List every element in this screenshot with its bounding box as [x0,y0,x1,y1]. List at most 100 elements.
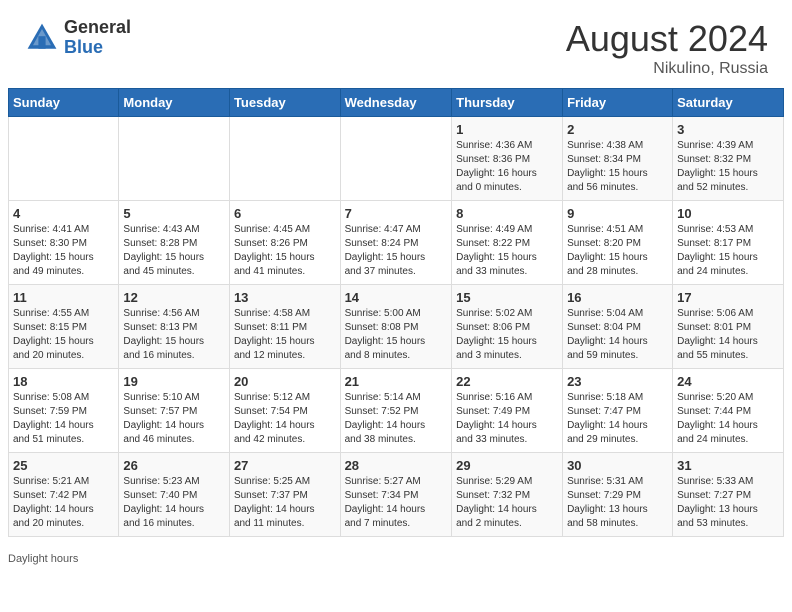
day-info: Sunrise: 4:45 AM Sunset: 8:26 PM Dayligh… [234,223,336,279]
day-info: Sunrise: 4:39 AM Sunset: 8:32 PM Dayligh… [677,139,779,195]
calendar-cell: 2 Sunrise: 4:38 AM Sunset: 8:34 PM Daylig… [563,117,673,201]
day-number: 24 [677,374,779,389]
day-header-saturday: Saturday [673,89,784,117]
day-number: 2 [567,122,668,137]
calendar-cell: 19Sunrise: 5:10 AM Sunset: 7:57 PM Dayli… [119,369,230,453]
calendar-wrapper: SundayMondayTuesdayWednesdayThursdayFrid… [0,88,792,549]
day-number: 21 [345,374,448,389]
day-info: Sunrise: 4:36 AM Sunset: 8:36 PM Dayligh… [456,139,558,195]
logo-blue: Blue [64,38,131,58]
day-info: Sunrise: 5:14 AM Sunset: 7:52 PM Dayligh… [345,391,448,447]
day-number: 25 [13,458,114,473]
day-number: 13 [234,290,336,305]
logo-icon [24,20,60,56]
day-number: 27 [234,458,336,473]
day-info: Sunrise: 5:20 AM Sunset: 7:44 PM Dayligh… [677,391,779,447]
day-info: Sunrise: 4:41 AM Sunset: 8:30 PM Dayligh… [13,223,114,279]
day-info: Sunrise: 5:04 AM Sunset: 8:04 PM Dayligh… [567,307,668,363]
calendar-table: SundayMondayTuesdayWednesdayThursdayFrid… [8,88,784,537]
day-info: Sunrise: 5:23 AM Sunset: 7:40 PM Dayligh… [123,475,225,531]
calendar-cell: 7 Sunrise: 4:47 AM Sunset: 8:24 PM Daylig… [340,201,452,285]
calendar-cell: 5 Sunrise: 4:43 AM Sunset: 8:28 PM Daylig… [119,201,230,285]
calendar-cell [229,117,340,201]
day-info: Sunrise: 5:33 AM Sunset: 7:27 PM Dayligh… [677,475,779,531]
day-info: Sunrise: 4:38 AM Sunset: 8:34 PM Dayligh… [567,139,668,195]
day-info: Sunrise: 4:47 AM Sunset: 8:24 PM Dayligh… [345,223,448,279]
day-number: 11 [13,290,114,305]
header: General Blue August 2024 Nikulino, Russi… [0,0,792,88]
day-number: 18 [13,374,114,389]
calendar-cell: 3 Sunrise: 4:39 AM Sunset: 8:32 PM Daylig… [673,117,784,201]
calendar-cell: 10 Sunrise: 4:53 AM Sunset: 8:17 PM Dayli… [673,201,784,285]
day-number: 9 [567,206,668,221]
day-header-thursday: Thursday [452,89,563,117]
day-number: 14 [345,290,448,305]
calendar-cell: 21 Sunrise: 5:14 AM Sunset: 7:52 PM Dayli… [340,369,452,453]
calendar-cell: 15 Sunrise: 5:02 AM Sunset: 8:06 PM Dayli… [452,285,563,369]
calendar-cell: 17Sunrise: 5:06 AM Sunset: 8:01 PM Dayli… [673,285,784,369]
calendar-cell: 30Sunrise: 5:31 AM Sunset: 7:29 PM Dayli… [563,453,673,537]
calendar-cell: 13 Sunrise: 4:58 AM Sunset: 8:11 PM Dayli… [229,285,340,369]
day-info: Sunrise: 5:29 AM Sunset: 7:32 PM Dayligh… [456,475,558,531]
day-info: Sunrise: 5:21 AM Sunset: 7:42 PM Dayligh… [13,475,114,531]
day-info: Sunrise: 4:49 AM Sunset: 8:22 PM Dayligh… [456,223,558,279]
title-block: August 2024 Nikulino, Russia [566,18,768,78]
day-number: 30 [567,458,668,473]
day-number: 19 [123,374,225,389]
calendar-cell: 23Sunrise: 5:18 AM Sunset: 7:47 PM Dayli… [563,369,673,453]
day-info: Sunrise: 4:51 AM Sunset: 8:20 PM Dayligh… [567,223,668,279]
day-header-sunday: Sunday [9,89,119,117]
day-info: Sunrise: 4:55 AM Sunset: 8:15 PM Dayligh… [13,307,114,363]
day-header-monday: Monday [119,89,230,117]
calendar-cell: 8 Sunrise: 4:49 AM Sunset: 8:22 PM Daylig… [452,201,563,285]
day-info: Sunrise: 4:56 AM Sunset: 8:13 PM Dayligh… [123,307,225,363]
calendar-cell: 12 Sunrise: 4:56 AM Sunset: 8:13 PM Dayli… [119,285,230,369]
calendar-cell: 20 Sunrise: 5:12 AM Sunset: 7:54 PM Dayli… [229,369,340,453]
calendar-cell: 18 Sunrise: 5:08 AM Sunset: 7:59 PM Dayli… [9,369,119,453]
calendar-cell: 11 Sunrise: 4:55 AM Sunset: 8:15 PM Dayli… [9,285,119,369]
day-header-wednesday: Wednesday [340,89,452,117]
calendar-cell: 4 Sunrise: 4:41 AM Sunset: 8:30 PM Daylig… [9,201,119,285]
calendar-cell: 31 Sunrise: 5:33 AM Sunset: 7:27 PM Dayli… [673,453,784,537]
day-info: Sunrise: 5:00 AM Sunset: 8:08 PM Dayligh… [345,307,448,363]
day-info: Sunrise: 4:58 AM Sunset: 8:11 PM Dayligh… [234,307,336,363]
day-info: Sunrise: 5:02 AM Sunset: 8:06 PM Dayligh… [456,307,558,363]
day-info: Sunrise: 5:16 AM Sunset: 7:49 PM Dayligh… [456,391,558,447]
calendar-cell: 28Sunrise: 5:27 AM Sunset: 7:34 PM Dayli… [340,453,452,537]
calendar-cell: 14 Sunrise: 5:00 AM Sunset: 8:08 PM Dayli… [340,285,452,369]
day-number: 6 [234,206,336,221]
day-number: 20 [234,374,336,389]
day-number: 22 [456,374,558,389]
calendar-cell: 27 Sunrise: 5:25 AM Sunset: 7:37 PM Dayli… [229,453,340,537]
calendar-cell: 9 Sunrise: 4:51 AM Sunset: 8:20 PM Daylig… [563,201,673,285]
calendar-cell: 22 Sunrise: 5:16 AM Sunset: 7:49 PM Dayli… [452,369,563,453]
calendar-cell: 24 Sunrise: 5:20 AM Sunset: 7:44 PM Dayli… [673,369,784,453]
day-number: 7 [345,206,448,221]
day-number: 10 [677,206,779,221]
day-number: 8 [456,206,558,221]
day-info: Sunrise: 5:25 AM Sunset: 7:37 PM Dayligh… [234,475,336,531]
calendar-cell [340,117,452,201]
day-number: 29 [456,458,558,473]
day-number: 3 [677,122,779,137]
day-number: 5 [123,206,225,221]
day-info: Sunrise: 5:08 AM Sunset: 7:59 PM Dayligh… [13,391,114,447]
day-header-tuesday: Tuesday [229,89,340,117]
day-number: 12 [123,290,225,305]
logo: General Blue [24,18,131,58]
calendar-cell: 6 Sunrise: 4:45 AM Sunset: 8:26 PM Daylig… [229,201,340,285]
day-info: Sunrise: 4:43 AM Sunset: 8:28 PM Dayligh… [123,223,225,279]
calendar-cell: 1Sunrise: 4:36 AM Sunset: 8:36 PM Daylig… [452,117,563,201]
day-number: 16 [567,290,668,305]
day-number: 31 [677,458,779,473]
calendar-cell [119,117,230,201]
day-number: 4 [13,206,114,221]
day-number: 17 [677,290,779,305]
day-info: Sunrise: 4:53 AM Sunset: 8:17 PM Dayligh… [677,223,779,279]
day-info: Sunrise: 5:27 AM Sunset: 7:34 PM Dayligh… [345,475,448,531]
calendar-cell: 16 Sunrise: 5:04 AM Sunset: 8:04 PM Dayli… [563,285,673,369]
day-info: Sunrise: 5:12 AM Sunset: 7:54 PM Dayligh… [234,391,336,447]
calendar-cell [9,117,119,201]
logo-general: General [64,18,131,38]
day-number: 15 [456,290,558,305]
